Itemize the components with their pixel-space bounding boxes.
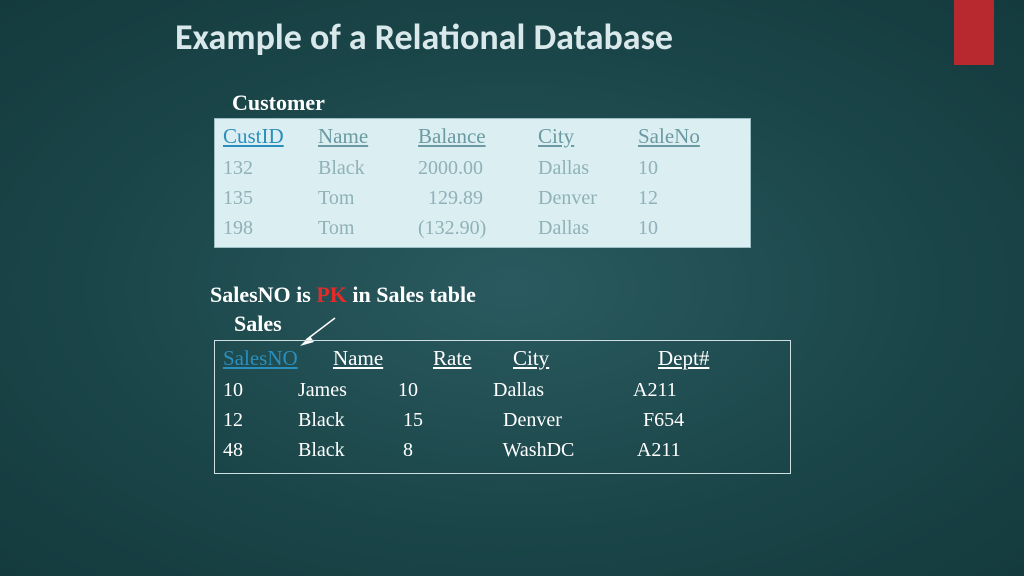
- col-saleno: SaleNo: [638, 124, 718, 149]
- col-rate: Rate: [433, 346, 513, 371]
- table-row: 12 Black 15 Denver F654: [215, 405, 790, 435]
- table-row: 10 James 10 Dallas A211: [215, 375, 790, 405]
- col-name: Name: [318, 124, 418, 149]
- col-city: City: [538, 124, 638, 149]
- col-city: City: [513, 346, 658, 371]
- pk-annotation: SalesNO is PK in Sales table: [210, 282, 476, 308]
- sales-table: SalesNO Name Rate City Dept# 10 James 10…: [214, 340, 791, 474]
- sales-header-row: SalesNO Name Rate City Dept#: [215, 341, 790, 375]
- table-row: 132 Black 2000.00 Dallas 10: [215, 153, 750, 183]
- slide-title: Example of a Relational Database: [175, 15, 673, 59]
- table-row: 48 Black 8 WashDC A211: [215, 435, 790, 465]
- table-row: 135 Tom 129.89 Denver 12: [215, 183, 750, 213]
- customer-table: CustID Name Balance City SaleNo 132 Blac…: [214, 118, 751, 248]
- col-balance: Balance: [418, 124, 538, 149]
- col-dept: Dept#: [658, 346, 738, 371]
- col-name: Name: [333, 346, 433, 371]
- sales-table-label: Sales: [234, 311, 282, 337]
- table-row: 198 Tom (132.90) Dallas 10: [215, 213, 750, 243]
- col-salesno: SalesNO: [223, 346, 333, 371]
- accent-bar: [954, 0, 994, 65]
- customer-header-row: CustID Name Balance City SaleNo: [215, 119, 750, 153]
- customer-table-label: Customer: [232, 90, 325, 116]
- col-custid: CustID: [223, 124, 318, 149]
